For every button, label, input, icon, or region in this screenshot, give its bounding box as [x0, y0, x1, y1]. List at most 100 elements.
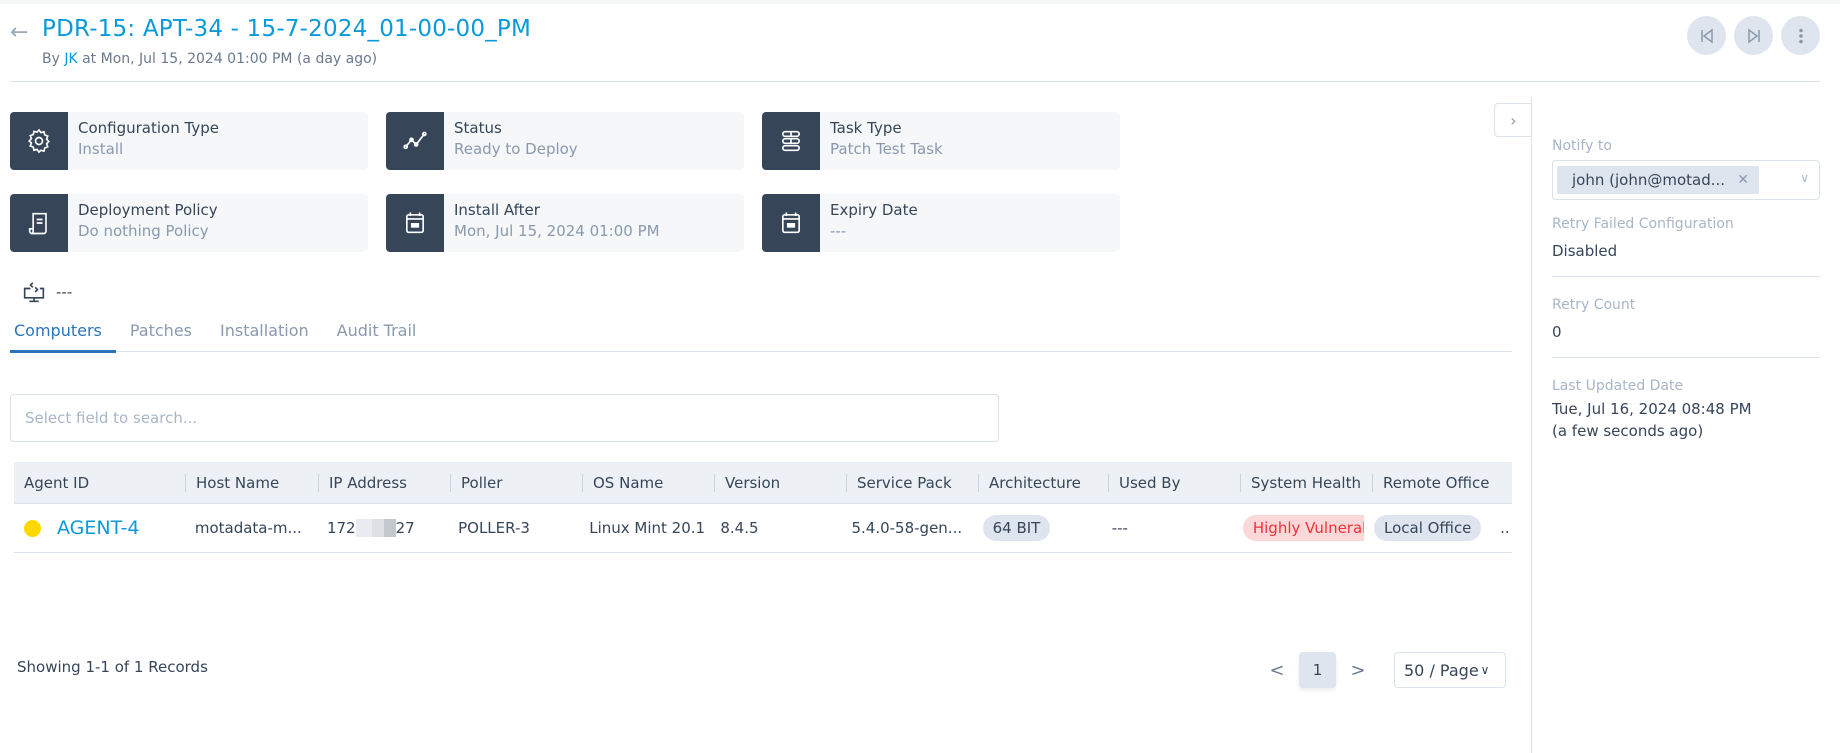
retry-count-value: 0: [1552, 323, 1562, 341]
retry-count-label: Retry Count: [1552, 297, 1636, 313]
last-updated-field: Last Updated Date Tue, Jul 16, 2024 08:4…: [1552, 378, 1820, 456]
top-strip: [0, 0, 1840, 4]
retry-count-field: Retry Count 0: [1552, 297, 1820, 358]
back-arrow-icon[interactable]: ←: [10, 20, 28, 45]
chevron-down-icon: ∨: [1800, 171, 1809, 185]
cell-system-health: Highly Vulnerable: [1233, 515, 1364, 541]
previous-record-button[interactable]: [1687, 16, 1726, 55]
ip-prefix: 172: [326, 519, 356, 537]
last-updated-value: Tue, Jul 16, 2024 08:48 PM: [1552, 400, 1752, 418]
column-used-by[interactable]: Used By: [1109, 462, 1241, 503]
cell-architecture: 64 BIT: [973, 515, 1102, 541]
card-expiry-date: Expiry Date ---: [762, 194, 1120, 252]
column-version[interactable]: Version: [715, 462, 847, 503]
remote-desktop-icon: [23, 282, 45, 303]
overflow-ellipsis: ..: [1500, 519, 1510, 537]
details-panel: Notify to john (john@motad... ✕ ∨ Retry F…: [1552, 138, 1820, 476]
collapse-panel-button[interactable]: ›: [1494, 103, 1532, 137]
column-remote-office[interactable]: Remote Office: [1373, 462, 1508, 503]
card-label: Task Type: [830, 119, 902, 137]
author-link[interactable]: JK: [64, 51, 77, 67]
tab-audit-trail[interactable]: Audit Trail: [323, 316, 431, 352]
notify-tag-text: john (john@motad...: [1572, 171, 1726, 189]
column-service-pack[interactable]: Service Pack: [847, 462, 979, 503]
agent-id-link[interactable]: AGENT-4: [57, 517, 139, 539]
cell-used-by: ---: [1102, 519, 1233, 537]
computers-table: Agent ID Host Name IP Address Poller OS …: [14, 462, 1512, 553]
more-vertical-icon: [1798, 28, 1803, 43]
card-configuration-type: Configuration Type Install: [10, 112, 368, 170]
notify-tag: john (john@motad... ✕: [1557, 166, 1759, 194]
last-updated-relative: (a few seconds ago): [1552, 422, 1704, 440]
by-prefix: By: [42, 51, 65, 67]
card-status: Status Ready to Deploy: [386, 112, 744, 170]
task-list-icon: [782, 130, 800, 152]
agent-status-dot: [24, 519, 41, 537]
table-row: AGENT-4 motadata-m... 172 27 POLLER-3 Lin…: [14, 504, 1512, 553]
column-host-name[interactable]: Host Name: [186, 462, 319, 503]
page-size-select[interactable]: 50 / Page ∨: [1394, 652, 1506, 688]
page-title: PDR-15: APT-34 - 15-7-2024_01-00-00_PM: [42, 16, 532, 42]
more-options-button[interactable]: [1781, 16, 1820, 55]
card-value: Mon, Jul 15, 2024 01:00 PM: [454, 222, 660, 240]
card-value: Patch Test Task: [830, 140, 943, 158]
retry-failed-value: Disabled: [1552, 242, 1618, 260]
cell-os-name: Linux Mint 20.1: [579, 519, 710, 537]
search-input[interactable]: [10, 394, 999, 442]
cell-version: 8.4.5: [710, 519, 841, 537]
version: 8.4.5: [720, 519, 759, 537]
ip-suffix: 27: [395, 519, 415, 537]
page-subtitle: By JK at Mon, Jul 15, 2024 01:00 PM (a d…: [42, 51, 377, 67]
scroll-icon: [28, 212, 47, 235]
pagination: < 1 > 50 / Page ∨: [1255, 652, 1506, 688]
tabs: Computers Patches Installation Audit Tra…: [10, 316, 1512, 353]
chart-line-icon: [403, 131, 427, 150]
remote-agent-value: ---: [56, 283, 73, 301]
card-task-type: Task Type Patch Test Task: [762, 112, 1120, 170]
card-label: Deployment Policy: [78, 201, 218, 219]
card-label: Expiry Date: [830, 201, 918, 219]
card-value: ---: [830, 222, 847, 240]
page-size-value: 50 / Page: [1404, 660, 1479, 680]
page-1-button[interactable]: 1: [1299, 652, 1336, 688]
cell-ip-address: 172 27: [317, 519, 448, 537]
column-system-health[interactable]: System Health: [1241, 462, 1373, 503]
retry-failed-field: Retry Failed Configuration Disabled: [1552, 216, 1820, 277]
calendar-icon: [782, 212, 800, 234]
tab-computers[interactable]: Computers: [10, 316, 116, 353]
table-header: Agent ID Host Name IP Address Poller OS …: [14, 462, 1512, 504]
system-health-badge: Highly Vulnerable: [1242, 515, 1364, 541]
remove-tag-icon[interactable]: ✕: [1737, 172, 1749, 188]
chevron-right-icon: ›: [1510, 110, 1517, 130]
column-os-name[interactable]: OS Name: [583, 462, 715, 503]
tab-installation[interactable]: Installation: [206, 316, 323, 352]
records-count: Showing 1-1 of 1 Records: [17, 658, 208, 676]
next-record-button[interactable]: [1734, 16, 1773, 55]
card-deployment-policy: Deployment Policy Do nothing Policy: [10, 194, 368, 252]
card-value: Ready to Deploy: [454, 140, 578, 158]
column-architecture[interactable]: Architecture: [979, 462, 1109, 503]
previous-page-button[interactable]: <: [1255, 660, 1299, 681]
card-value: Install: [78, 140, 124, 158]
architecture-badge: 64 BIT: [982, 515, 1051, 541]
card-value: Do nothing Policy: [78, 222, 209, 240]
cell-host-name: motadata-m...: [185, 519, 317, 537]
skip-next-icon: [1747, 28, 1760, 43]
created-at: at Mon, Jul 15, 2024 01:00 PM (a day ago…: [77, 51, 378, 67]
used-by: ---: [1111, 519, 1128, 537]
retry-failed-label: Retry Failed Configuration: [1552, 216, 1734, 232]
calendar-icon: [406, 212, 424, 234]
tab-patches[interactable]: Patches: [116, 316, 206, 352]
page-header: ← PDR-15: APT-34 - 15-7-2024_01-00-00_PM…: [10, 8, 1820, 82]
column-ip-address[interactable]: IP Address: [319, 462, 451, 503]
poller: POLLER-3: [458, 519, 530, 537]
column-agent-id[interactable]: Agent ID: [14, 462, 186, 503]
card-label: Install After: [454, 201, 540, 219]
cell-overflow: ..: [1498, 519, 1512, 537]
panel-divider: [1531, 96, 1532, 753]
column-poller[interactable]: Poller: [451, 462, 583, 503]
next-page-button[interactable]: >: [1336, 660, 1380, 681]
cell-remote-office: Local Office: [1364, 515, 1498, 541]
notify-select[interactable]: john (john@motad... ✕ ∨: [1552, 160, 1820, 200]
notify-label: Notify to: [1552, 138, 1612, 154]
